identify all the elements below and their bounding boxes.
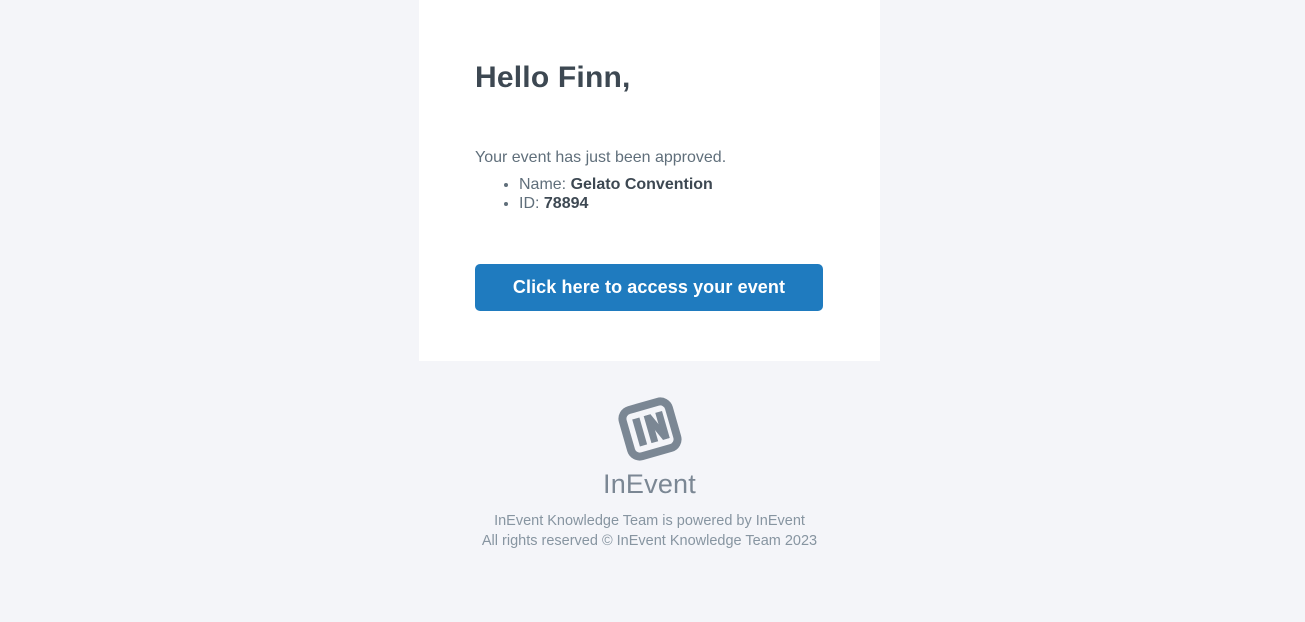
detail-label: ID:	[519, 195, 540, 212]
brand-wordmark: InEvent	[603, 469, 696, 499]
intro-text: Your event has just been approved.	[475, 149, 727, 166]
detail-label: Name:	[519, 176, 567, 193]
access-event-button[interactable]: Click here to access your event	[475, 264, 823, 311]
footer-text-block: InEvent Knowledge Team is powered by InE…	[419, 511, 880, 551]
email-footer: InEvent InEvent Knowledge Team is powere…	[419, 361, 880, 551]
email-page: Hello Finn, Your event has just been app…	[0, 0, 1305, 622]
powered-by-line: InEvent Knowledge Team is powered by InE…	[494, 513, 805, 529]
detail-value: 78894	[543, 195, 589, 212]
page-title: Hello Finn,	[475, 61, 631, 94]
detail-value: Gelato Convention	[570, 176, 713, 193]
event-detail-list: Name: Gelato Convention ID: 78894	[475, 175, 713, 213]
inevent-logo-icon	[615, 394, 685, 464]
list-item: ID: 78894	[519, 194, 713, 213]
rights-reserved-line: All rights reserved © InEvent Knowledge …	[481, 533, 818, 549]
list-item: Name: Gelato Convention	[519, 175, 713, 194]
